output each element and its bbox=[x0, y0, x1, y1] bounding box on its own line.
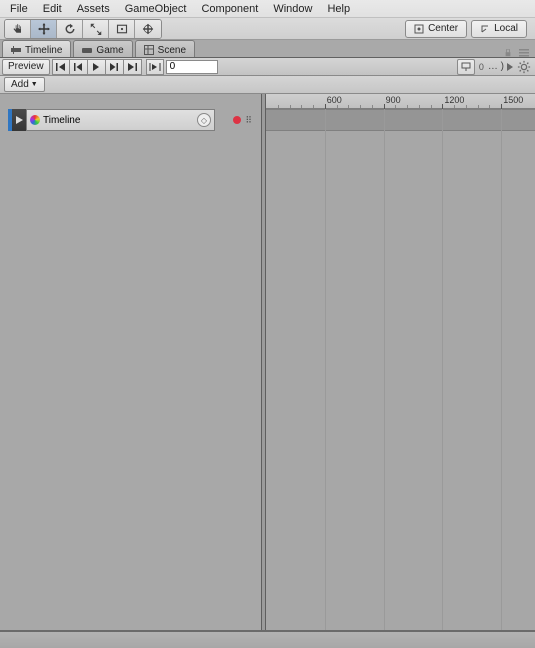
timeline-area[interactable]: 60090012001500 bbox=[266, 94, 535, 630]
track-name-input[interactable] bbox=[43, 115, 194, 126]
transform-tool-group bbox=[4, 19, 162, 39]
pivot-mode-label: Center bbox=[428, 23, 458, 34]
tab-scene[interactable]: Scene bbox=[135, 40, 195, 57]
play-range-icon bbox=[149, 63, 161, 71]
pivot-mode-button[interactable]: Center bbox=[405, 20, 467, 38]
prev-frame-icon bbox=[74, 63, 82, 71]
menu-item-assets[interactable]: Assets bbox=[71, 1, 116, 17]
tab-label: Game bbox=[96, 45, 123, 56]
menu-item-help[interactable]: Help bbox=[321, 1, 356, 17]
status-bar bbox=[0, 630, 535, 648]
menu-item-component[interactable]: Component bbox=[195, 1, 264, 17]
marker-icon bbox=[461, 62, 471, 72]
preview-button[interactable]: Preview bbox=[2, 59, 50, 75]
scale-icon bbox=[90, 23, 102, 35]
goto-end-button[interactable] bbox=[124, 59, 142, 75]
rotate-icon bbox=[64, 23, 76, 35]
add-track-button[interactable]: Add▼ bbox=[4, 77, 45, 92]
menu-bar: File Edit Assets GameObject Component Wi… bbox=[0, 0, 535, 18]
time-ruler[interactable]: 60090012001500 bbox=[266, 94, 535, 109]
transform-icon bbox=[142, 23, 154, 35]
play-icon bbox=[92, 63, 100, 71]
space-mode-label: Local bbox=[494, 23, 518, 34]
rect-icon bbox=[116, 23, 128, 35]
tab-label: Scene bbox=[158, 45, 186, 56]
goto-start-button[interactable] bbox=[52, 59, 70, 75]
track-foldout-button[interactable] bbox=[12, 109, 26, 131]
track-body: ◇ bbox=[26, 109, 215, 131]
play-small-icon bbox=[16, 116, 23, 124]
breadcrumb[interactable]: … ) bbox=[488, 61, 513, 72]
record-button[interactable] bbox=[233, 116, 241, 124]
frame-input[interactable] bbox=[166, 60, 218, 74]
menu-item-window[interactable]: Window bbox=[267, 1, 318, 17]
rotate-tool-button[interactable] bbox=[57, 20, 83, 38]
hand-tool-button[interactable] bbox=[5, 20, 31, 38]
menu-item-file[interactable]: File bbox=[4, 1, 34, 17]
window-tabs: Timeline Game Scene bbox=[0, 40, 535, 58]
goto-end-icon bbox=[127, 63, 137, 71]
game-icon bbox=[82, 45, 92, 55]
timeline-icon bbox=[11, 45, 21, 55]
goto-start-icon bbox=[56, 63, 66, 71]
main-toolbar: Center Local bbox=[0, 18, 535, 40]
space-mode-button[interactable]: Local bbox=[471, 20, 527, 38]
next-frame-button[interactable] bbox=[106, 59, 124, 75]
tab-game[interactable]: Game bbox=[73, 40, 132, 57]
animation-icon bbox=[30, 115, 40, 125]
settings-button[interactable] bbox=[517, 60, 531, 74]
timeline-grid bbox=[266, 109, 535, 630]
lock-icon[interactable] bbox=[503, 49, 513, 57]
play-range-button[interactable] bbox=[146, 59, 164, 75]
transform-tool-button[interactable] bbox=[135, 20, 161, 38]
tab-label: Timeline bbox=[25, 45, 62, 56]
track-add-row: Add▼ bbox=[0, 76, 535, 94]
menu-item-edit[interactable]: Edit bbox=[37, 1, 68, 17]
rect-tool-button[interactable] bbox=[109, 20, 135, 38]
hand-icon bbox=[12, 23, 24, 35]
scale-tool-button[interactable] bbox=[83, 20, 109, 38]
timeline-main: ◇ ⠿ 60090012001500 bbox=[0, 94, 535, 630]
move-icon bbox=[38, 23, 50, 35]
marker-toggle-button[interactable] bbox=[457, 59, 475, 75]
panel-menu-icon[interactable] bbox=[519, 49, 529, 57]
prev-frame-button[interactable] bbox=[70, 59, 88, 75]
marker-count: 0 bbox=[479, 62, 484, 72]
chevron-right-icon bbox=[507, 63, 513, 71]
play-button[interactable] bbox=[88, 59, 106, 75]
track-list-panel: ◇ ⠿ bbox=[0, 94, 262, 630]
menu-item-gameobject[interactable]: GameObject bbox=[119, 1, 193, 17]
transport-bar: Preview 0 … ) bbox=[0, 58, 535, 76]
center-icon bbox=[414, 24, 424, 34]
scene-icon bbox=[144, 45, 154, 55]
next-frame-icon bbox=[110, 63, 118, 71]
local-icon bbox=[480, 24, 490, 34]
tab-timeline[interactable]: Timeline bbox=[2, 40, 71, 57]
track-header[interactable]: ◇ ⠿ bbox=[8, 109, 257, 131]
move-tool-button[interactable] bbox=[31, 20, 57, 38]
track-marker-button[interactable]: ◇ bbox=[197, 113, 211, 127]
track-options-button[interactable]: ⠿ bbox=[245, 115, 253, 126]
